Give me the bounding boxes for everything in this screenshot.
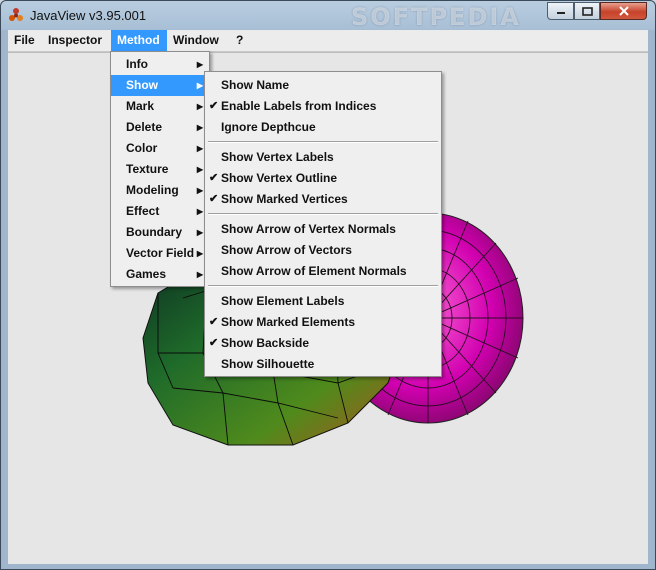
show-item-show-arrow-of-element-normals[interactable]: Show Arrow of Element Normals (205, 261, 441, 282)
submenu-arrow-icon: ▶ (196, 102, 203, 111)
method-item-texture[interactable]: Texture ▶ (111, 159, 209, 180)
method-item-info[interactable]: Info ▶ (111, 54, 209, 75)
menu-item-label: Show Backside (221, 336, 310, 350)
method-item-color[interactable]: Color ▶ (111, 138, 209, 159)
menu-item-label: Show Element Labels (221, 294, 345, 308)
maximize-icon (581, 6, 593, 16)
show-item-show-arrow-of-vectors[interactable]: Show Arrow of Vectors (205, 240, 441, 261)
menu-item-label: Boundary (126, 225, 183, 239)
check-icon: ✔ (209, 193, 219, 205)
method-item-delete[interactable]: Delete ▶ (111, 117, 209, 138)
show-item-show-vertex-outline[interactable]: ✔ Show Vertex Outline (205, 168, 441, 189)
check-icon: ✔ (209, 100, 219, 112)
show-item-show-marked-vertices[interactable]: ✔ Show Marked Vertices (205, 189, 441, 210)
submenu-arrow-icon: ▶ (196, 144, 203, 153)
menu-separator (208, 213, 438, 215)
menu-item-label: Mark (126, 99, 155, 113)
menu-item-label: Vector Field (126, 246, 195, 260)
show-item-show-element-labels[interactable]: Show Element Labels (205, 291, 441, 312)
menu-item-label: Ignore Depthcue (221, 120, 316, 134)
menu-separator (208, 285, 438, 287)
method-item-show[interactable]: Show ▶ (111, 75, 209, 96)
show-item-show-backside[interactable]: ✔ Show Backside (205, 333, 441, 354)
method-item-vector-field[interactable]: Vector Field ▶ (111, 243, 209, 264)
menu-item-label: Info (126, 57, 148, 71)
minimize-icon (556, 12, 565, 14)
menu-item-label: Show Marked Elements (221, 315, 356, 329)
submenu-arrow-icon: ▶ (196, 249, 203, 258)
show-item-show-arrow-of-vertex-normals[interactable]: Show Arrow of Vertex Normals (205, 219, 441, 240)
show-item-ignore-depthcue[interactable]: Ignore Depthcue (205, 117, 441, 138)
menu-help[interactable]: ? (230, 30, 254, 51)
show-item-show-marked-elements[interactable]: ✔ Show Marked Elements (205, 312, 441, 333)
menu-item-label: Show Arrow of Vectors (221, 243, 352, 257)
check-icon: ✔ (209, 337, 219, 349)
submenu-arrow-icon: ▶ (196, 165, 203, 174)
menu-item-label: Texture (126, 162, 169, 176)
menu-item-label: Color (126, 141, 158, 155)
menu-item-label: Show Silhouette (221, 357, 315, 371)
maximize-button[interactable] (574, 2, 600, 20)
window-title: JavaView v3.95.001 (30, 8, 147, 23)
show-submenu: Show Name ✔ Enable Labels from Indices Igno… (204, 71, 442, 377)
submenu-arrow-icon: ▶ (196, 186, 203, 195)
menu-item-label: Show Vertex Labels (221, 150, 334, 164)
check-icon: ✔ (209, 316, 219, 328)
menu-item-label: Effect (126, 204, 160, 218)
show-item-show-vertex-labels[interactable]: Show Vertex Labels (205, 147, 441, 168)
submenu-arrow-icon: ▶ (196, 207, 203, 216)
title-bar[interactable]: JavaView v3.95.001 SOFTPEDIA (1, 1, 655, 31)
method-item-modeling[interactable]: Modeling ▶ (111, 180, 209, 201)
submenu-arrow-icon: ▶ (196, 123, 203, 132)
submenu-arrow-icon: ▶ (196, 60, 203, 69)
show-item-show-silhouette[interactable]: Show Silhouette (205, 354, 441, 375)
submenu-arrow-icon: ▶ (196, 81, 203, 90)
method-menu: Info ▶ Show ▶ Mark ▶ Delete ▶ Color ▶ Texture ▶ Mode… (110, 51, 210, 287)
menu-inspector[interactable]: Inspector (42, 30, 110, 51)
menu-separator (208, 141, 438, 143)
method-item-games[interactable]: Games ▶ (111, 264, 209, 285)
method-item-effect[interactable]: Effect ▶ (111, 201, 209, 222)
menu-window[interactable]: Window (167, 30, 232, 51)
menu-item-label: Show Marked Vertices (221, 192, 348, 206)
menu-file[interactable]: File (8, 30, 39, 51)
menu-item-label: Show Vertex Outline (221, 171, 338, 185)
menu-item-label: Enable Labels from Indices (221, 99, 377, 113)
method-item-mark[interactable]: Mark ▶ (111, 96, 209, 117)
close-icon (618, 6, 629, 16)
menu-item-label: Show Arrow of Vertex Normals (221, 222, 396, 236)
close-button[interactable] (600, 2, 647, 20)
minimize-button[interactable] (547, 2, 574, 20)
menu-item-label: Modeling (126, 183, 179, 197)
app-window: JavaView v3.95.001 SOFTPEDIA File Inspect… (0, 0, 656, 570)
show-item-show-name[interactable]: Show Name (205, 75, 441, 96)
show-item-enable-labels-from-indices[interactable]: ✔ Enable Labels from Indices (205, 96, 441, 117)
menu-item-label: Show Arrow of Element Normals (221, 264, 407, 278)
javaview-logo-icon (9, 8, 23, 21)
check-icon: ✔ (209, 172, 219, 184)
submenu-arrow-icon: ▶ (196, 228, 203, 237)
menu-bar: File Inspector Method Window? (8, 30, 648, 52)
submenu-arrow-icon: ▶ (196, 270, 203, 279)
menu-item-label: Games (126, 267, 167, 281)
menu-item-label: Show Name (221, 78, 290, 92)
menu-method[interactable]: Method (111, 30, 167, 51)
watermark-text: SOFTPEDIA (351, 3, 521, 31)
method-item-boundary[interactable]: Boundary ▶ (111, 222, 209, 243)
menu-item-label: Show (126, 78, 158, 92)
menu-item-label: Delete (126, 120, 163, 134)
